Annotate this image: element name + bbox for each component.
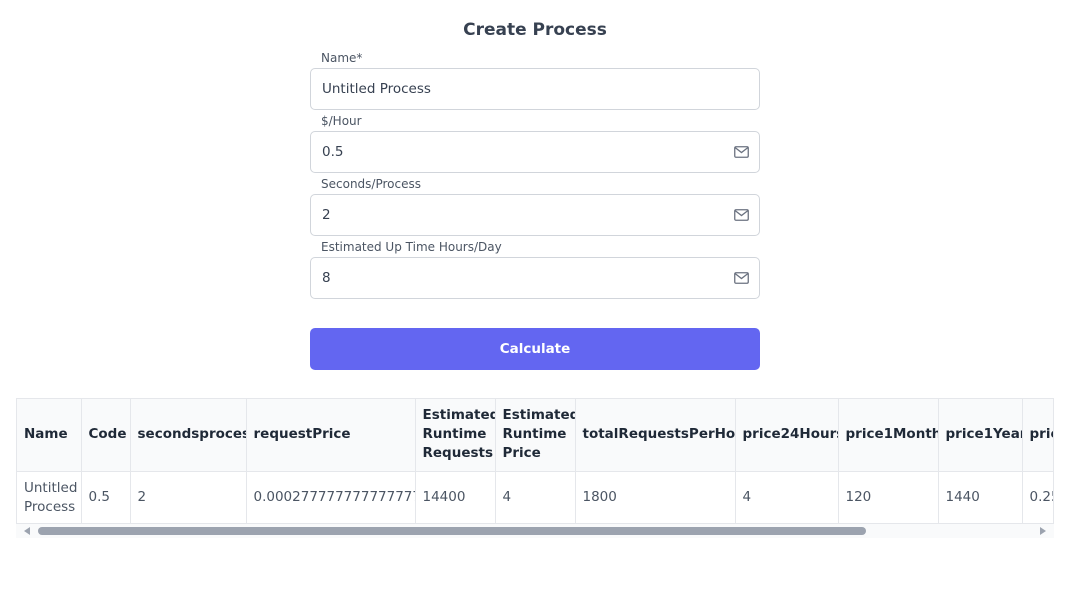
- name-field: Name*: [310, 50, 760, 110]
- seconds-per-process-field: Seconds/Process: [310, 176, 760, 236]
- mail-icon: [734, 272, 749, 284]
- table-row: Untitled Process 0.5 2 0.000277777777777…: [17, 471, 1053, 523]
- column-header: price1Month: [838, 399, 939, 472]
- dollar-per-hour-input-box[interactable]: [310, 131, 760, 173]
- table-cell: 0.0002777777777777778: [246, 471, 416, 523]
- uptime-hours-label: Estimated Up Time Hours/Day: [321, 240, 502, 254]
- table-cell: 2: [130, 471, 247, 523]
- column-header: secondsprocess: [130, 399, 247, 472]
- scrollbar-thumb[interactable]: [38, 527, 866, 535]
- scroll-left-arrow-icon[interactable]: [24, 527, 30, 535]
- name-input-box[interactable]: [310, 68, 760, 110]
- column-header: price24Hours: [735, 399, 839, 472]
- scroll-right-arrow-icon[interactable]: [1040, 527, 1046, 535]
- dollar-per-hour-label: $/Hour: [321, 114, 362, 128]
- table-header-row: Name Code secondsprocess requestPrice Es…: [17, 399, 1053, 472]
- column-header: totalRequestsPerHour: [575, 399, 736, 472]
- dollar-per-hour-input[interactable]: [322, 144, 702, 160]
- column-header: Code: [81, 399, 131, 472]
- table-cell: 14400: [415, 471, 496, 523]
- calculate-button[interactable]: Calculate: [310, 328, 760, 370]
- table-cell: 1800: [575, 471, 736, 523]
- mail-icon: [734, 146, 749, 158]
- seconds-per-process-label: Seconds/Process: [321, 177, 421, 191]
- table-cell: 4: [495, 471, 576, 523]
- column-header: pric: [1022, 399, 1053, 472]
- column-header: price1Year: [938, 399, 1023, 472]
- horizontal-scrollbar[interactable]: [16, 524, 1054, 538]
- name-input[interactable]: [322, 81, 702, 97]
- table-cell: 0.5: [81, 471, 131, 523]
- table-cell: 1440: [938, 471, 1023, 523]
- column-header: Estimated Runtime Price: [495, 399, 576, 472]
- column-header: requestPrice: [246, 399, 416, 472]
- seconds-per-process-input-box[interactable]: [310, 194, 760, 236]
- mail-icon: [734, 209, 749, 221]
- uptime-hours-input-box[interactable]: [310, 257, 760, 299]
- table-cell: 0.25: [1022, 471, 1053, 523]
- results-table: Name Code secondsprocess requestPrice Es…: [17, 399, 1053, 523]
- create-process-page: Create Process Name* $/Hour Seconds/Proc…: [0, 0, 1080, 599]
- column-header: Estimated Runtime Requests: [415, 399, 496, 472]
- column-header: Name: [17, 399, 82, 472]
- seconds-per-process-input[interactable]: [322, 207, 702, 223]
- uptime-hours-field: Estimated Up Time Hours/Day: [310, 239, 760, 299]
- name-label: Name*: [321, 51, 363, 65]
- table-cell: 120: [838, 471, 939, 523]
- table-cell: 4: [735, 471, 839, 523]
- uptime-hours-input[interactable]: [322, 270, 702, 286]
- table-cell: Untitled Process: [17, 471, 82, 523]
- dollar-per-hour-field: $/Hour: [310, 113, 760, 173]
- page-title: Create Process: [463, 20, 607, 40]
- results-table-container: Name Code secondsprocess requestPrice Es…: [16, 398, 1054, 524]
